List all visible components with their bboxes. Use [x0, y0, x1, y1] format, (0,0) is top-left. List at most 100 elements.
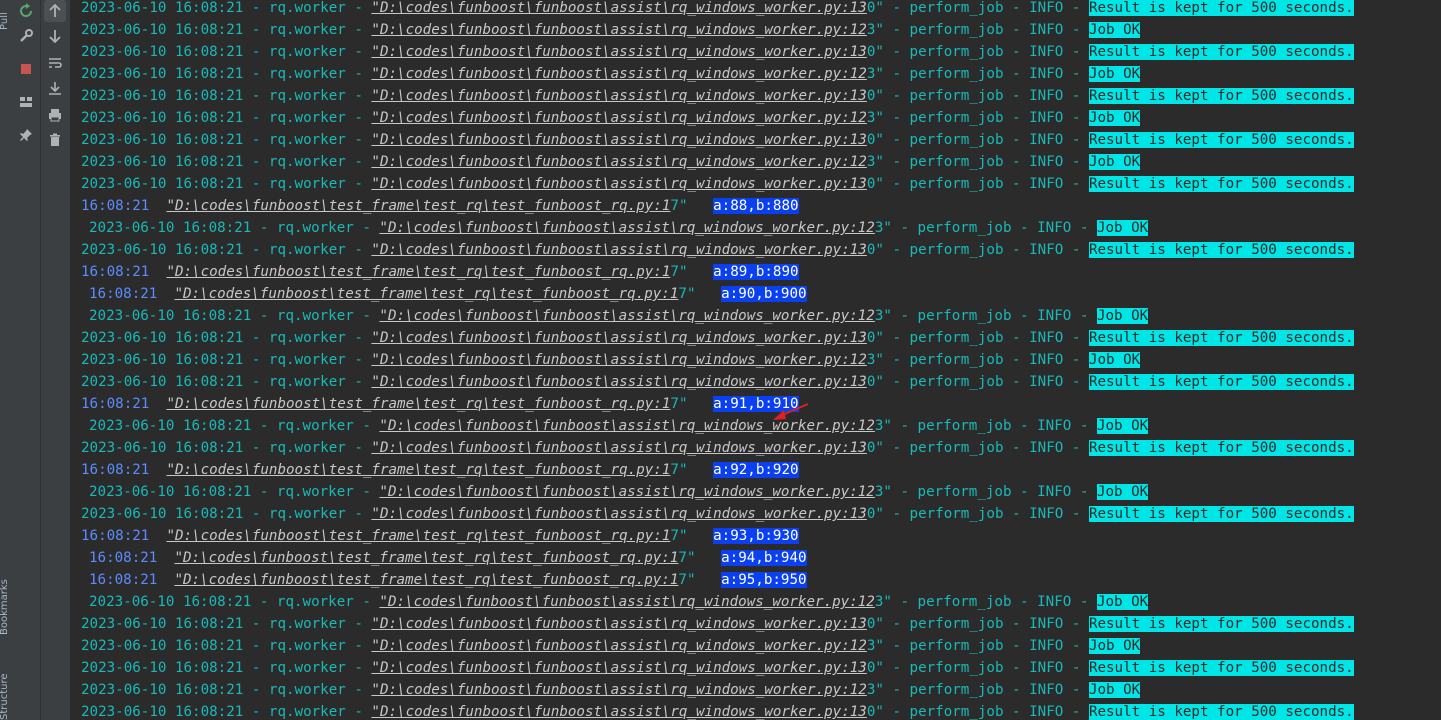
scroll-to-end-icon[interactable]: [44, 77, 66, 99]
log-message: Result is kept for 500 seconds.: [1088, 242, 1354, 258]
log-line-worker: 2023-06-10 16:08:21 - rq.worker - "D:\co…: [81, 328, 1354, 350]
print-source-link[interactable]: "D:\codes\funboost\test_frame\test_rq\te…: [166, 462, 670, 478]
log-source-link[interactable]: "D:\codes\funboost\funboost\assist\rq_wi…: [379, 594, 874, 610]
log-level: - perform_job - INFO -: [883, 132, 1089, 148]
log-prefix: 2023-06-10 16:08:21 - rq.worker -: [81, 616, 372, 632]
log-line-print: 16:08:21 "D:\codes\funboost\test_frame\t…: [81, 460, 799, 482]
log-line-print: 16:08:21 "D:\codes\funboost\test_frame\t…: [89, 570, 807, 592]
print-source-link[interactable]: "D:\codes\funboost\test_frame\test_rq\te…: [166, 396, 670, 412]
log-level: - perform_job - INFO -: [883, 330, 1089, 346]
layout-icon[interactable]: [15, 91, 37, 113]
log-line-worker: 2023-06-10 16:08:21 - rq.worker - "D:\co…: [81, 636, 1141, 658]
log-source-link[interactable]: "D:\codes\funboost\funboost\assist\rq_wi…: [371, 154, 866, 170]
log-prefix: 2023-06-10 16:08:21 - rq.worker -: [81, 704, 372, 720]
log-message: Job OK: [1088, 110, 1141, 126]
log-line-worker: 2023-06-10 16:08:21 - rq.worker - "D:\co…: [81, 20, 1141, 42]
log-message: Result is kept for 500 seconds.: [1088, 88, 1354, 104]
log-level: - perform_job - INFO -: [891, 220, 1097, 236]
print-source-tail: 7": [670, 264, 688, 280]
log-prefix: 2023-06-10 16:08:21 - rq.worker -: [89, 484, 380, 500]
log-line-print: 16:08:21 "D:\codes\funboost\test_frame\t…: [89, 548, 807, 570]
log-level: - perform_job - INFO -: [883, 22, 1089, 38]
log-source-link[interactable]: "D:\codes\funboost\funboost\assist\rq_wi…: [371, 0, 866, 16]
log-prefix: 2023-06-10 16:08:21 - rq.worker -: [81, 506, 372, 522]
log-source-link[interactable]: "D:\codes\funboost\funboost\assist\rq_wi…: [371, 66, 866, 82]
log-line-worker: 2023-06-10 16:08:21 - rq.worker - "D:\co…: [81, 702, 1354, 720]
print-source-tail: 7": [678, 550, 696, 566]
log-source-tail: 0": [866, 704, 884, 720]
log-source-link[interactable]: "D:\codes\funboost\funboost\assist\rq_wi…: [371, 132, 866, 148]
log-source-tail: 3": [874, 308, 892, 324]
trash-icon[interactable]: [44, 129, 66, 151]
scroll-down-icon[interactable]: [44, 25, 66, 47]
log-prefix: 2023-06-10 16:08:21 - rq.worker -: [81, 66, 372, 82]
log-message: Result is kept for 500 seconds.: [1088, 44, 1354, 60]
log-line-worker: 2023-06-10 16:08:21 - rq.worker - "D:\co…: [81, 130, 1354, 152]
log-level: - perform_job - INFO -: [883, 352, 1089, 368]
log-message: Result is kept for 500 seconds.: [1088, 506, 1354, 522]
pin-icon[interactable]: [15, 124, 37, 146]
print-icon[interactable]: [44, 104, 66, 126]
log-source-link[interactable]: "D:\codes\funboost\funboost\assist\rq_wi…: [371, 176, 866, 192]
log-line-worker: 2023-06-10 16:08:21 - rq.worker - "D:\co…: [81, 680, 1141, 702]
print-source-link[interactable]: "D:\codes\funboost\test_frame\test_rq\te…: [174, 550, 678, 566]
run-console-output[interactable]: 2023-06-10 16:08:21 - rq.worker - "D:\co…: [70, 0, 1441, 720]
print-source-link[interactable]: "D:\codes\funboost\test_frame\test_rq\te…: [174, 286, 678, 302]
log-message: Job OK: [1088, 154, 1141, 170]
log-line-worker: 2023-06-10 16:08:21 - rq.worker - "D:\co…: [81, 658, 1354, 680]
log-line-worker: 2023-06-10 16:08:21 - rq.worker - "D:\co…: [81, 438, 1354, 460]
print-source-tail: 7": [678, 572, 696, 588]
run-toolbar: [12, 0, 40, 720]
log-prefix: 2023-06-10 16:08:21 - rq.worker -: [81, 374, 372, 390]
print-source-tail: 7": [678, 286, 696, 302]
stop-icon[interactable]: [15, 58, 37, 80]
log-message: Result is kept for 500 seconds.: [1088, 704, 1354, 720]
log-source-tail: 3": [866, 352, 884, 368]
log-source-link[interactable]: "D:\codes\funboost\funboost\assist\rq_wi…: [371, 44, 866, 60]
log-line-worker: 2023-06-10 16:08:21 - rq.worker - "D:\co…: [81, 42, 1354, 64]
log-source-link[interactable]: "D:\codes\funboost\funboost\assist\rq_wi…: [371, 440, 866, 456]
log-level: - perform_job - INFO -: [883, 704, 1089, 720]
log-message: Result is kept for 500 seconds.: [1088, 330, 1354, 346]
log-source-link[interactable]: "D:\codes\funboost\funboost\assist\rq_wi…: [371, 88, 866, 104]
log-prefix: 2023-06-10 16:08:21 - rq.worker -: [81, 660, 372, 676]
log-message: Job OK: [1096, 484, 1149, 500]
log-source-tail: 0": [866, 176, 884, 192]
log-source-link[interactable]: "D:\codes\funboost\funboost\assist\rq_wi…: [379, 484, 874, 500]
log-message: Job OK: [1088, 352, 1141, 368]
log-message: Job OK: [1096, 418, 1149, 434]
log-message: Job OK: [1088, 22, 1141, 38]
log-message: Result is kept for 500 seconds.: [1088, 0, 1354, 16]
print-source-link[interactable]: "D:\codes\funboost\test_frame\test_rq\te…: [166, 528, 670, 544]
rerun-icon[interactable]: [15, 0, 37, 22]
log-source-link[interactable]: "D:\codes\funboost\funboost\assist\rq_wi…: [371, 660, 866, 676]
log-source-link[interactable]: "D:\codes\funboost\funboost\assist\rq_wi…: [371, 638, 866, 654]
log-prefix: 2023-06-10 16:08:21 - rq.worker -: [81, 154, 372, 170]
print-message: a:90,b:900: [721, 286, 807, 302]
log-line-worker: 2023-06-10 16:08:21 - rq.worker - "D:\co…: [81, 152, 1141, 174]
log-message: Result is kept for 500 seconds.: [1088, 132, 1354, 148]
log-source-link[interactable]: "D:\codes\funboost\funboost\assist\rq_wi…: [371, 616, 866, 632]
print-source-link[interactable]: "D:\codes\funboost\test_frame\test_rq\te…: [174, 572, 678, 588]
log-source-link[interactable]: "D:\codes\funboost\funboost\assist\rq_wi…: [371, 242, 866, 258]
print-source-link[interactable]: "D:\codes\funboost\test_frame\test_rq\te…: [166, 198, 670, 214]
log-source-link[interactable]: "D:\codes\funboost\funboost\assist\rq_wi…: [371, 352, 866, 368]
log-source-link[interactable]: "D:\codes\funboost\funboost\assist\rq_wi…: [371, 22, 866, 38]
log-source-link[interactable]: "D:\codes\funboost\funboost\assist\rq_wi…: [371, 330, 866, 346]
log-source-link[interactable]: "D:\codes\funboost\funboost\assist\rq_wi…: [371, 506, 866, 522]
print-message: a:93,b:930: [713, 528, 799, 544]
log-source-link[interactable]: "D:\codes\funboost\funboost\assist\rq_wi…: [379, 308, 874, 324]
log-source-link[interactable]: "D:\codes\funboost\funboost\assist\rq_wi…: [371, 682, 866, 698]
print-source-tail: 7": [670, 198, 688, 214]
print-source-link[interactable]: "D:\codes\funboost\test_frame\test_rq\te…: [166, 264, 670, 280]
log-source-link[interactable]: "D:\codes\funboost\funboost\assist\rq_wi…: [379, 220, 874, 236]
soft-wrap-icon[interactable]: [44, 52, 66, 74]
log-level: - perform_job - INFO -: [883, 242, 1089, 258]
log-source-link[interactable]: "D:\codes\funboost\funboost\assist\rq_wi…: [371, 374, 866, 390]
wrench-icon[interactable]: [15, 25, 37, 47]
log-source-link[interactable]: "D:\codes\funboost\funboost\assist\rq_wi…: [371, 110, 866, 126]
print-message: a:89,b:890: [713, 264, 799, 280]
scroll-up-icon[interactable]: [44, 0, 66, 22]
log-level: - perform_job - INFO -: [883, 660, 1089, 676]
log-source-link[interactable]: "D:\codes\funboost\funboost\assist\rq_wi…: [371, 704, 866, 720]
